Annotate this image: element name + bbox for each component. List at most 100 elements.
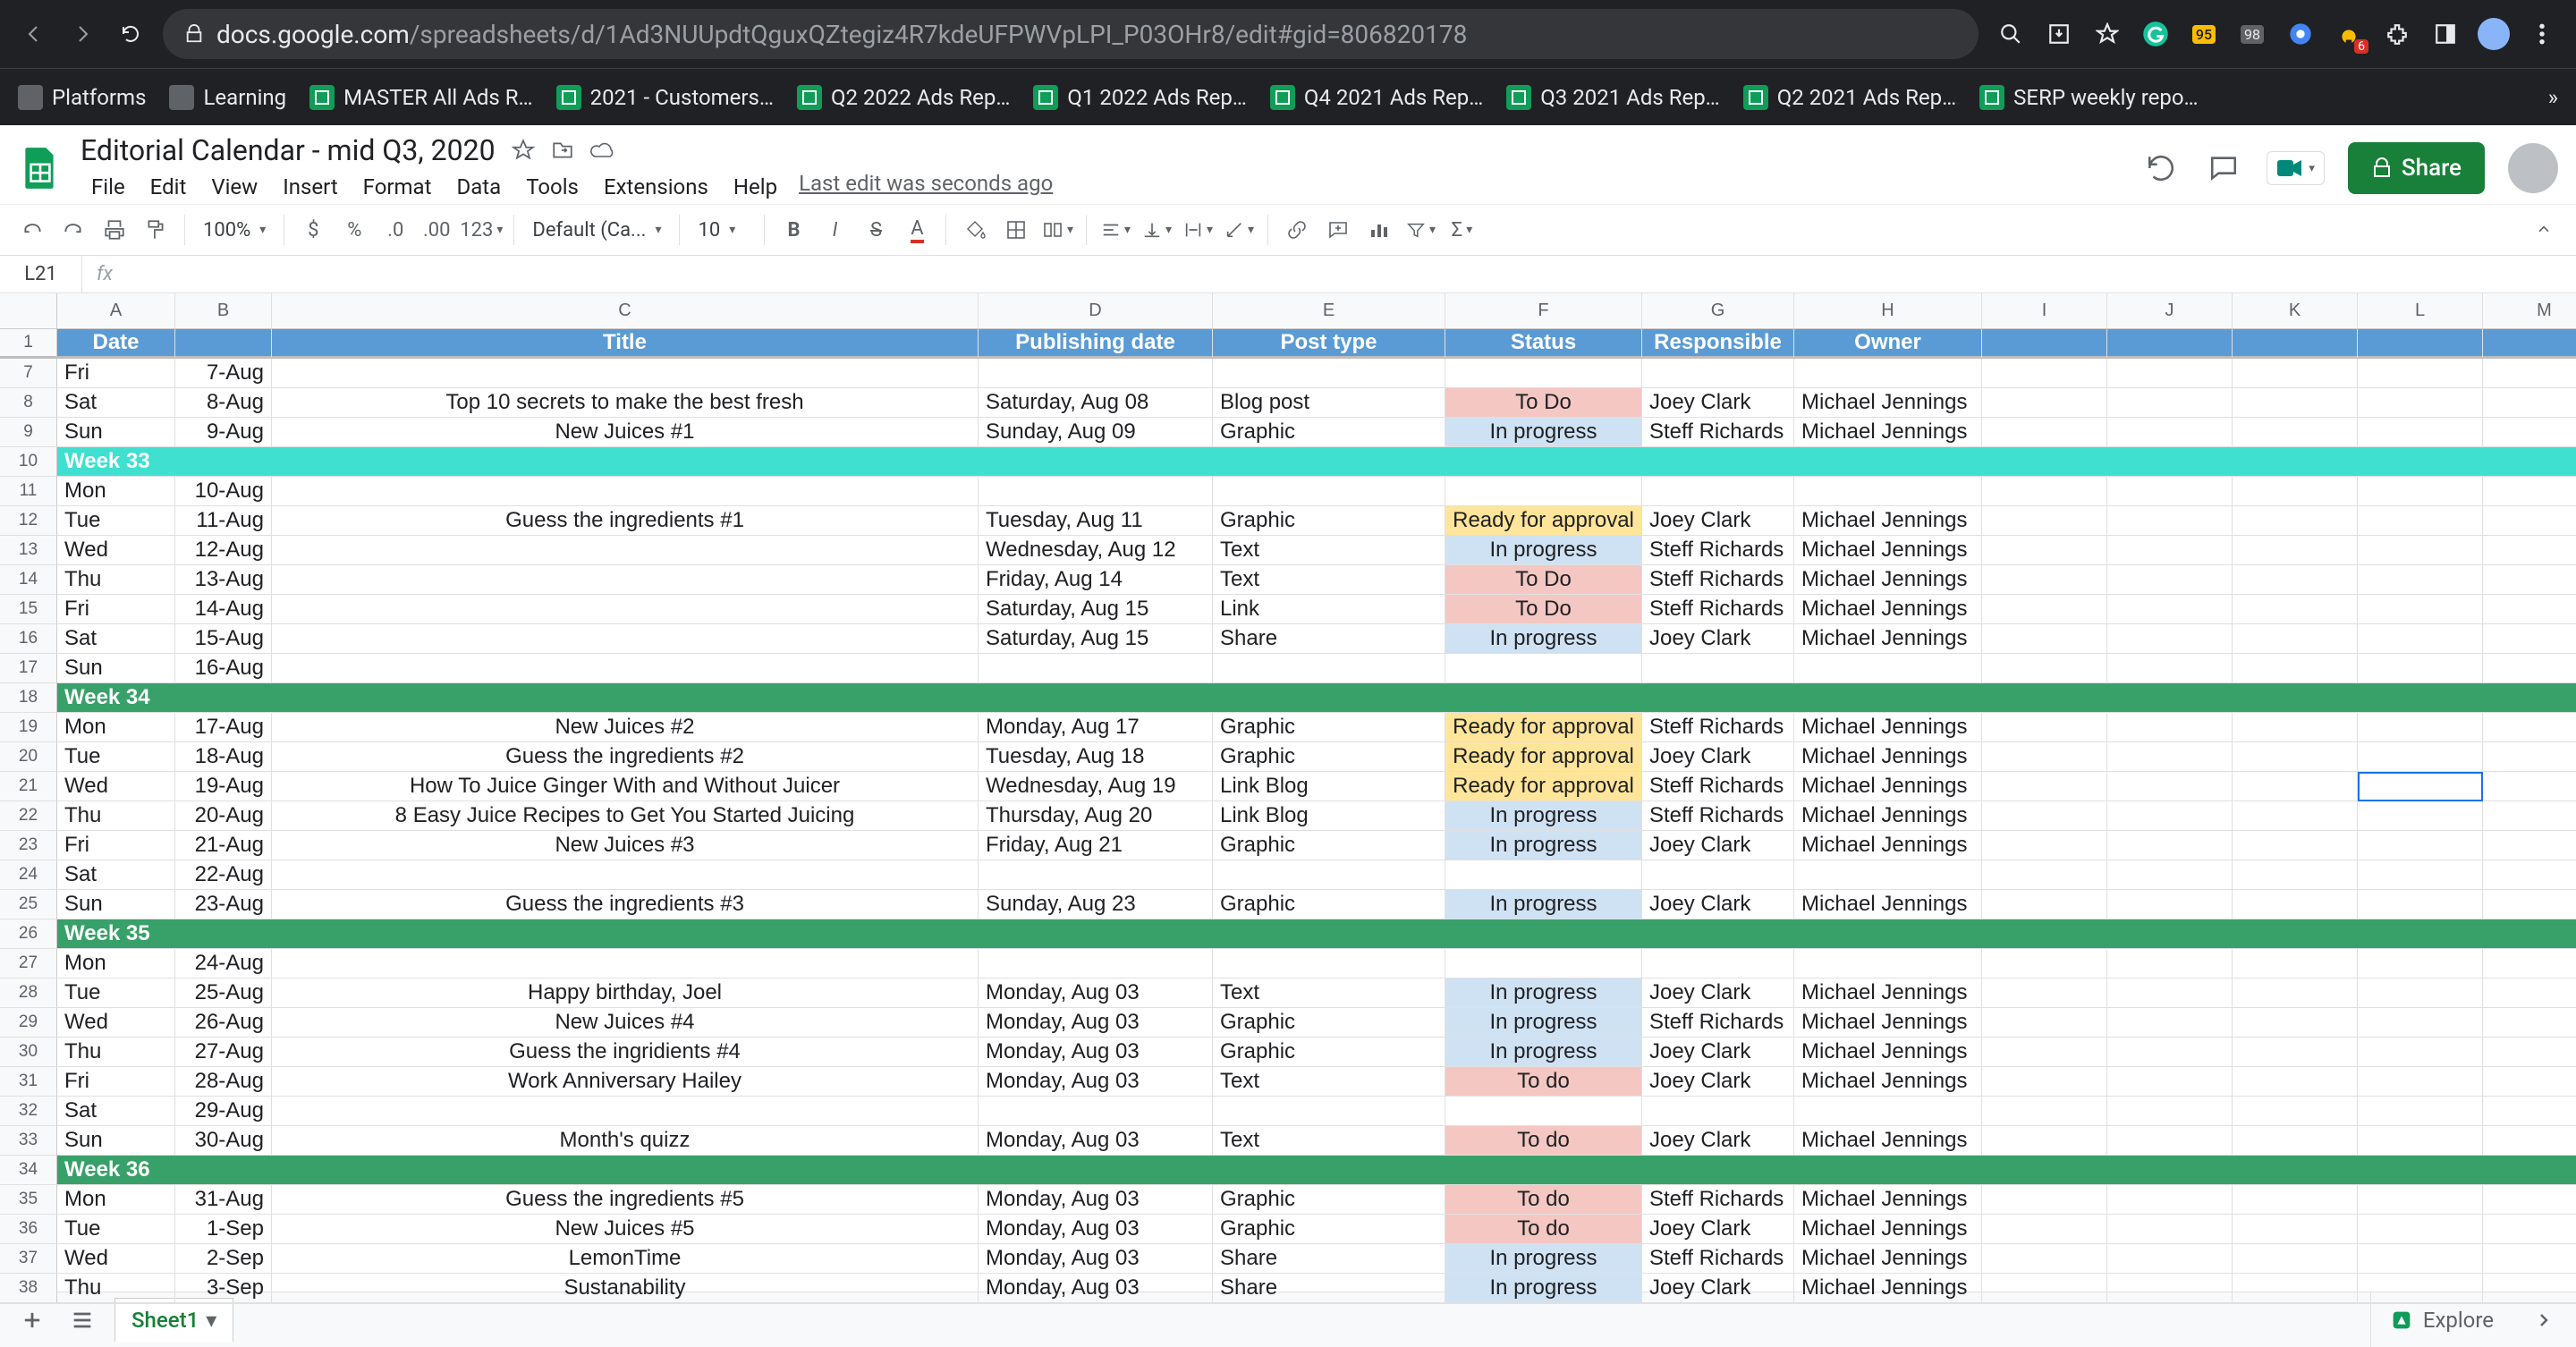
cell[interactable] (2107, 1215, 2233, 1244)
cell[interactable] (1982, 447, 2107, 477)
undo-button[interactable] (14, 212, 50, 248)
cell[interactable]: Ready for approval (1445, 713, 1642, 742)
cell[interactable]: Graphic (1213, 506, 1445, 536)
cell[interactable]: Sustanability (272, 1274, 979, 1303)
cell[interactable]: LemonTime (272, 1244, 979, 1274)
cell[interactable] (2233, 1185, 2358, 1215)
last-edit-link[interactable]: Last edit was seconds ago (799, 171, 1053, 203)
cell[interactable] (1982, 1156, 2107, 1185)
cell[interactable]: Michael Jennings (1794, 1274, 1982, 1303)
cell[interactable]: Graphic (1213, 1185, 1445, 1215)
row-header[interactable]: 11 (0, 477, 57, 506)
cell[interactable]: Share (1213, 1274, 1445, 1303)
cell[interactable] (1642, 683, 1794, 713)
more-formats-button[interactable]: 123 (460, 212, 503, 248)
cell[interactable] (272, 1097, 979, 1126)
cell[interactable] (2233, 1156, 2358, 1185)
cell[interactable] (2233, 329, 2358, 359)
cell[interactable] (2107, 624, 2233, 654)
cell[interactable] (272, 359, 979, 388)
cell[interactable] (2107, 536, 2233, 565)
comment-button[interactable] (1320, 212, 1356, 248)
account-avatar[interactable] (2508, 143, 2558, 193)
cell[interactable] (2483, 772, 2576, 801)
comments-icon[interactable] (2204, 148, 2243, 188)
filter-button[interactable] (1402, 212, 1438, 248)
cell[interactable] (2233, 536, 2358, 565)
cell[interactable] (1213, 949, 1445, 978)
cell[interactable]: Friday, Aug 21 (979, 831, 1213, 860)
row-header[interactable]: 25 (0, 890, 57, 919)
cell[interactable] (1982, 949, 2107, 978)
cell[interactable] (1445, 1156, 1642, 1185)
cell[interactable] (2233, 388, 2358, 418)
row-header[interactable]: 28 (0, 978, 57, 1008)
cell[interactable]: Michael Jennings (1794, 742, 1982, 772)
cell[interactable] (1982, 1067, 2107, 1097)
cell[interactable] (1445, 654, 1642, 683)
cell[interactable]: Michael Jennings (1794, 1067, 1982, 1097)
column-header[interactable]: A (57, 293, 175, 329)
cell[interactable]: Joey Clark (1642, 742, 1794, 772)
cell[interactable] (979, 1097, 1213, 1126)
cell[interactable] (2233, 801, 2358, 831)
font-select[interactable]: Default (Ca... (525, 219, 668, 241)
cell[interactable]: Graphic (1213, 1038, 1445, 1067)
cell[interactable]: Ready for approval (1445, 772, 1642, 801)
cell[interactable] (2107, 683, 2233, 713)
cloud-status-icon[interactable] (590, 140, 615, 160)
cell[interactable] (2483, 1038, 2576, 1067)
cell[interactable] (2233, 447, 2358, 477)
cell[interactable]: Fri (57, 831, 175, 860)
cell[interactable]: 19-Aug (175, 772, 272, 801)
cell[interactable] (1982, 890, 2107, 919)
cell[interactable] (272, 565, 979, 595)
cell[interactable] (1982, 624, 2107, 654)
cell[interactable] (272, 536, 979, 565)
cell[interactable]: Work Anniversary Hailey (272, 1067, 979, 1097)
cell[interactable] (2483, 1156, 2576, 1185)
cell[interactable]: Monday, Aug 03 (979, 1126, 1213, 1156)
cell[interactable] (1213, 477, 1445, 506)
bookmark-item[interactable]: SERP weekly repo… (1979, 85, 2198, 110)
cell[interactable] (1794, 477, 1982, 506)
cell[interactable]: In progress (1445, 890, 1642, 919)
column-header[interactable]: H (1794, 293, 1982, 329)
cell[interactable] (2107, 359, 2233, 388)
cell[interactable]: 9-Aug (175, 418, 272, 447)
cell[interactable] (2107, 506, 2233, 536)
cell[interactable]: Steff Richards (1642, 713, 1794, 742)
cell[interactable]: Ready for approval (1445, 506, 1642, 536)
cell[interactable]: 30-Aug (175, 1126, 272, 1156)
cell[interactable]: Graphic (1213, 1008, 1445, 1038)
cell[interactable] (2483, 1008, 2576, 1038)
cell[interactable] (1445, 359, 1642, 388)
cell[interactable]: Saturday, Aug 15 (979, 624, 1213, 654)
cell[interactable] (1213, 1156, 1445, 1185)
cell[interactable] (1642, 1097, 1794, 1126)
install-icon[interactable] (2043, 18, 2075, 50)
cell[interactable] (2233, 713, 2358, 742)
cell[interactable]: Thu (57, 1038, 175, 1067)
cell[interactable]: Michael Jennings (1794, 713, 1982, 742)
menu-data[interactable]: Data (445, 171, 512, 203)
add-sheet-button[interactable] (14, 1302, 50, 1338)
row-header[interactable]: 26 (0, 919, 57, 949)
all-sheets-button[interactable] (64, 1302, 100, 1338)
cell[interactable] (2107, 1274, 2233, 1303)
cell[interactable]: Graphic (1213, 1215, 1445, 1244)
cell[interactable] (2358, 860, 2483, 890)
cell[interactable] (2233, 919, 2358, 949)
cell[interactable] (1982, 742, 2107, 772)
cell[interactable] (175, 1156, 272, 1185)
cell[interactable]: Michael Jennings (1794, 388, 1982, 418)
cell[interactable] (1982, 1244, 2107, 1274)
cell[interactable] (1794, 1156, 1982, 1185)
row-header[interactable]: 34 (0, 1156, 57, 1185)
cell[interactable]: In progress (1445, 831, 1642, 860)
bookmark-item[interactable]: 2021 - Customers… (556, 85, 774, 110)
redo-button[interactable] (55, 212, 91, 248)
cell[interactable]: Thu (57, 1274, 175, 1303)
cell[interactable]: Date (57, 329, 175, 359)
cell[interactable] (1982, 418, 2107, 447)
